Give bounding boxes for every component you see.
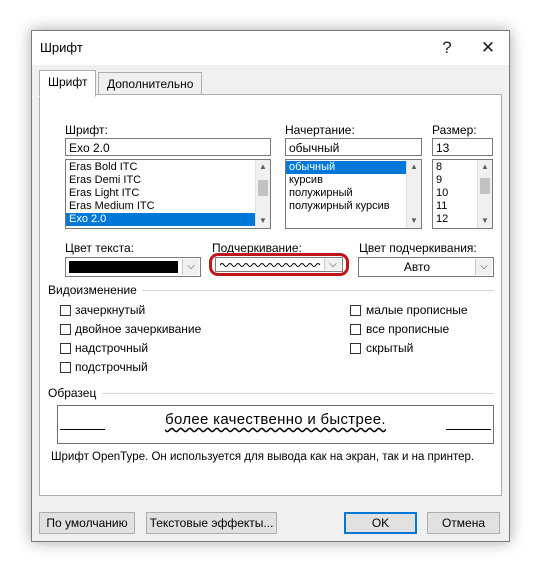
ok-button[interactable]: OK	[344, 512, 417, 534]
text-color-select[interactable]: ⌵	[65, 257, 201, 277]
chevron-down-icon[interactable]: ⌵	[324, 259, 341, 270]
text-color-label: Цвет текста:	[65, 241, 135, 255]
all-caps-label: все прописные	[366, 322, 450, 336]
checkbox-double-strikethrough[interactable]	[60, 324, 71, 335]
scroll-up-icon[interactable]: ▲	[407, 160, 421, 174]
font-list-item[interactable]: Eras Bold ITC	[66, 161, 270, 174]
checkbox-strikethrough[interactable]	[60, 305, 71, 316]
color-swatch	[69, 261, 178, 273]
preview-sample-text: более качественно и быстрее.	[165, 411, 386, 428]
underline-color-select[interactable]: Авто ⌵	[358, 257, 494, 277]
preview-note: Шрифт OpenType. Он используется для выво…	[51, 451, 475, 463]
cancel-button[interactable]: Отмена	[427, 512, 500, 534]
text-effects-button[interactable]: Текстовые эффекты...	[146, 512, 277, 534]
scroll-thumb[interactable]	[480, 178, 490, 194]
hidden-label: скрытый	[366, 341, 414, 355]
preview-divider	[102, 393, 494, 394]
style-list-item-selected[interactable]: обычный	[286, 161, 406, 174]
double-strikethrough-label: двойное зачеркивание	[75, 322, 202, 336]
size-label: Размер:	[432, 123, 477, 137]
underline-color-value: Авто	[403, 260, 431, 274]
wavy-underline-icon	[220, 263, 321, 267]
set-default-button[interactable]: По умолчанию	[39, 512, 135, 534]
checkbox-all-caps[interactable]	[350, 324, 361, 335]
preview-heading: Образец	[48, 386, 97, 400]
font-list-item-selected[interactable]: Exo 2.0	[66, 213, 255, 226]
font-name-input[interactable]: Exo 2.0	[65, 138, 271, 156]
font-list-item[interactable]: Eras Demi ITC	[66, 174, 270, 187]
chevron-down-icon[interactable]: ⌵	[182, 259, 199, 275]
title-bar: Шрифт ? ✕	[32, 31, 509, 65]
baseline-right	[446, 429, 491, 430]
font-listbox[interactable]: Eras Bold ITC Eras Demi ITC Eras Light I…	[65, 159, 271, 229]
font-list-scrollbar[interactable]: ▲ ▼	[255, 160, 270, 228]
superscript-label: надстрочный	[75, 341, 149, 355]
style-list-item[interactable]: полужирный курсив	[286, 200, 421, 213]
dialog-title: Шрифт	[40, 40, 83, 55]
size-list-scrollbar[interactable]: ▲ ▼	[477, 160, 492, 228]
scroll-down-icon[interactable]: ▼	[407, 214, 421, 228]
scroll-down-icon[interactable]: ▼	[256, 214, 270, 228]
style-list-item[interactable]: курсив	[286, 174, 421, 187]
checkbox-small-caps[interactable]	[350, 305, 361, 316]
style-input[interactable]: обычный	[285, 138, 422, 156]
style-list-scrollbar[interactable]: ▲ ▼	[406, 160, 421, 228]
effects-divider	[142, 290, 494, 291]
close-button[interactable]: ✕	[473, 35, 503, 61]
tab-font[interactable]: Шрифт	[39, 70, 97, 97]
strikethrough-label: зачеркнутый	[75, 303, 146, 317]
preview-box: более качественно и быстрее.	[57, 405, 494, 444]
font-list-item[interactable]: Eras Light ITC	[66, 187, 270, 200]
size-listbox[interactable]: 8 9 10 11 12 ▲ ▼	[432, 159, 493, 229]
scroll-thumb[interactable]	[258, 180, 268, 196]
checkbox-superscript[interactable]	[60, 343, 71, 354]
subscript-label: подстрочный	[75, 360, 148, 374]
baseline-left	[60, 429, 105, 430]
style-listbox[interactable]: обычный курсив полужирный полужирный кур…	[285, 159, 422, 229]
small-caps-label: малые прописные	[366, 303, 468, 317]
checkbox-subscript[interactable]	[60, 362, 71, 373]
scroll-up-icon[interactable]: ▲	[478, 160, 492, 174]
underline-select[interactable]: ⌵	[215, 257, 343, 272]
effects-heading: Видоизменение	[48, 283, 137, 297]
scroll-down-icon[interactable]: ▼	[478, 214, 492, 228]
underline-color-label: Цвет подчеркивания:	[359, 241, 477, 255]
checkbox-hidden[interactable]	[350, 343, 361, 354]
style-label: Начертание:	[285, 123, 355, 137]
font-dialog: Шрифт ? ✕ Шрифт Дополнительно Шрифт: Exo…	[31, 30, 510, 542]
scroll-up-icon[interactable]: ▲	[256, 160, 270, 174]
font-label: Шрифт:	[65, 123, 108, 137]
help-button[interactable]: ?	[432, 35, 462, 61]
style-list-item[interactable]: полужирный	[286, 187, 421, 200]
font-list-item[interactable]: Eras Medium ITC	[66, 200, 270, 213]
chevron-down-icon[interactable]: ⌵	[475, 259, 492, 275]
size-input[interactable]: 13	[432, 138, 493, 156]
